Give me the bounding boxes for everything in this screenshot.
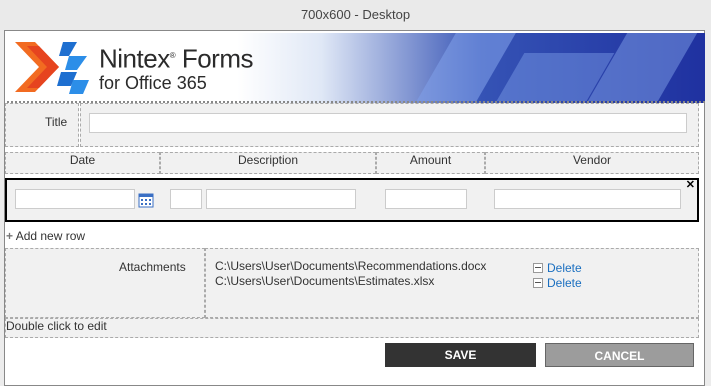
save-button[interactable]: SAVE — [385, 343, 536, 367]
header-banner: Nintex® Forms for Office 365 — [7, 33, 705, 103]
column-header-date: Date — [69, 153, 96, 167]
description-prefix-input[interactable] — [170, 189, 202, 209]
add-new-row-label: Add new row — [15, 229, 86, 243]
cancel-button[interactable]: CANCEL — [545, 343, 694, 367]
brand-name: Nintex — [99, 43, 170, 74]
delete-link[interactable]: Delete — [547, 276, 582, 290]
product-name: Forms — [181, 43, 254, 74]
attachments-label: Attachments — [119, 260, 186, 274]
title-label-cell — [5, 103, 79, 147]
delete-link[interactable]: Delete — [547, 261, 582, 275]
amount-input[interactable] — [385, 189, 467, 209]
add-new-row-link[interactable]: + Add new row — [6, 229, 85, 243]
product-subtitle: for Office 365 — [99, 72, 207, 93]
nintex-logo-icon — [15, 42, 89, 94]
attachment-item: C:\Users\User\Documents\Estimates.xlsx — [215, 274, 434, 288]
plus-icon: + — [6, 229, 14, 243]
attachment-path: C:\Users\User\Documents\Recommendations.… — [215, 259, 487, 273]
calendar-icon[interactable] — [138, 192, 154, 208]
attachment-item: C:\Users\User\Documents\Recommendations.… — [215, 259, 486, 273]
date-input[interactable] — [15, 189, 135, 209]
attachments-label-cell — [5, 248, 205, 318]
delete-attachment-button[interactable]: Delete — [533, 274, 582, 292]
title-label: Title — [45, 115, 68, 129]
attachment-path: C:\Users\User\Documents\Estimates.xlsx — [215, 274, 435, 288]
column-header-amount: Amount — [409, 153, 452, 167]
column-header-vendor: Vendor — [572, 153, 612, 167]
vendor-input[interactable] — [494, 189, 681, 209]
delete-icon — [533, 277, 543, 288]
window-title: 700x600 - Desktop — [0, 0, 711, 30]
edit-hint-text: Double click to edit — [6, 319, 107, 333]
edit-hint-cell — [5, 318, 699, 338]
delete-icon — [533, 262, 543, 273]
column-header-description: Description — [237, 153, 299, 167]
description-input[interactable] — [206, 189, 356, 209]
title-input[interactable] — [89, 113, 687, 133]
remove-row-icon[interactable]: ✕ — [686, 178, 695, 191]
